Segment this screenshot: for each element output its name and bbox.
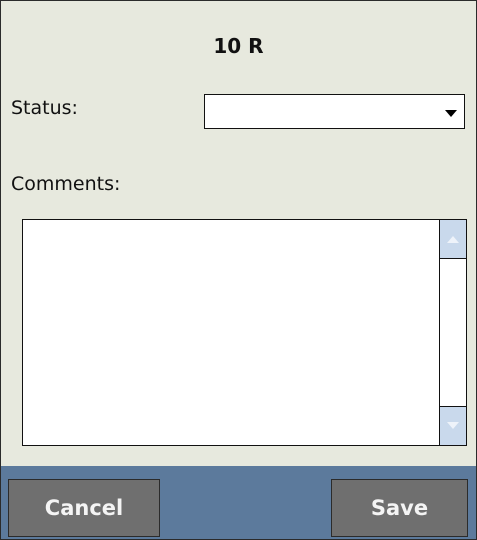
page-title: 10 R xyxy=(213,34,264,58)
scroll-down-arrow-icon xyxy=(447,422,459,429)
footer-bar: Cancel Save xyxy=(1,466,476,539)
chevron-down-icon[interactable] xyxy=(445,110,457,117)
scroll-up-button[interactable] xyxy=(440,220,466,259)
form-window: 10 R Status: Comments: Cancel Save xyxy=(0,0,477,540)
cancel-button[interactable]: Cancel xyxy=(8,479,160,537)
comments-scrollbar[interactable] xyxy=(439,220,466,445)
save-button[interactable]: Save xyxy=(331,479,468,537)
status-label: Status: xyxy=(11,97,78,119)
comments-label: Comments: xyxy=(11,173,121,195)
scroll-up-arrow-icon xyxy=(447,236,459,243)
scroll-down-button[interactable] xyxy=(440,406,466,445)
status-dropdown[interactable] xyxy=(204,94,465,129)
comments-textarea[interactable] xyxy=(22,219,467,446)
